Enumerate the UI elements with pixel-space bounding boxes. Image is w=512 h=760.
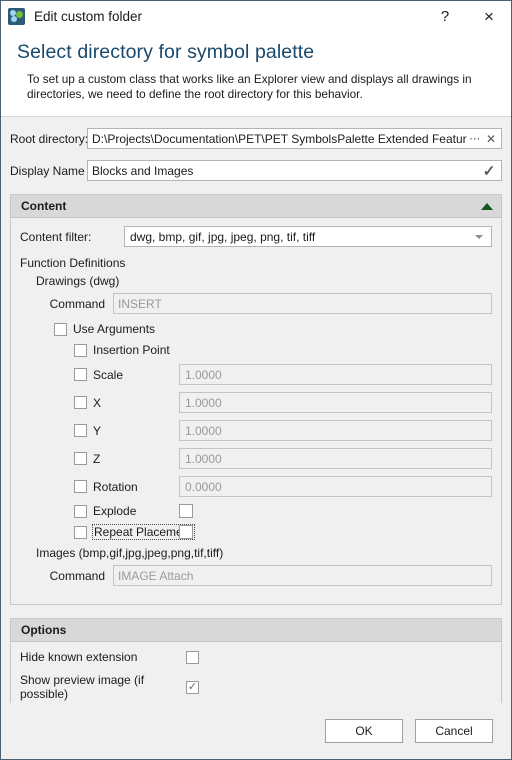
options-group-title: Options bbox=[21, 623, 67, 637]
options-group: Options Hide known extension Show preview… bbox=[10, 618, 502, 703]
root-directory-label: Root directory: bbox=[10, 131, 89, 146]
option-checkbox[interactable] bbox=[186, 650, 199, 664]
argument-value-checkbox[interactable] bbox=[179, 504, 193, 518]
argument-label-group: Scale bbox=[74, 368, 179, 382]
intro-banner: Select directory for symbol palette To s… bbox=[1, 32, 511, 117]
argument-checkbox[interactable] bbox=[74, 396, 87, 409]
argument-checkbox[interactable] bbox=[74, 525, 87, 539]
display-name-label: Display Name bbox=[10, 163, 85, 178]
dialog-footer: OK Cancel bbox=[1, 703, 511, 759]
options-group-header[interactable]: Options bbox=[11, 619, 501, 642]
display-name-value: Blocks and Images bbox=[92, 163, 194, 178]
close-button[interactable]: × bbox=[467, 1, 511, 32]
page-title: Select directory for symbol palette bbox=[17, 41, 315, 63]
page-description: To set up a custom class that works like… bbox=[27, 72, 472, 101]
root-directory-row: Root directory: D:\Projects\Documentatio… bbox=[10, 128, 502, 149]
argument-label: Scale bbox=[93, 367, 124, 382]
options-group-body: Hide known extension Show preview image (… bbox=[11, 642, 501, 703]
argument-label-group: Repeat Placement bbox=[74, 524, 195, 540]
display-name-input[interactable]: Blocks and Images ✓ bbox=[87, 160, 502, 181]
content-group: Content Content filter: dwg, bmp, gif, j… bbox=[10, 194, 502, 605]
argument-value-input[interactable]: 1.0000 bbox=[179, 420, 492, 441]
collapse-up-arrow-icon[interactable] bbox=[481, 202, 493, 210]
content-filter-value: dwg, bmp, gif, jpg, jpeg, png, tif, tiff bbox=[130, 229, 316, 244]
argument-label-group: X bbox=[74, 396, 179, 410]
option-label: Hide known extension bbox=[20, 650, 138, 664]
title-bar: Edit custom folder ? × bbox=[1, 1, 511, 32]
root-directory-input[interactable]: D:\Projects\Documentation\PET\PET Symbol… bbox=[87, 128, 502, 149]
argument-row: Insertion Point bbox=[74, 343, 492, 357]
content-group-title: Content bbox=[21, 199, 67, 213]
option-row: Hide known extension bbox=[20, 650, 492, 664]
argument-label-group: Y bbox=[74, 424, 179, 438]
dialog-window: Edit custom folder ? × Select directory … bbox=[0, 0, 512, 760]
argument-label: Explode bbox=[93, 504, 137, 518]
argument-label-group: Explode bbox=[74, 504, 179, 518]
drawings-command-label: Command bbox=[49, 296, 105, 311]
argument-checkbox[interactable] bbox=[74, 343, 87, 357]
option-row: Show preview image (if possible) bbox=[20, 673, 492, 701]
option-checkbox[interactable] bbox=[186, 680, 199, 694]
argument-row: Rotation 0.0000 bbox=[74, 476, 492, 497]
argument-checkbox[interactable] bbox=[74, 424, 87, 437]
chevron-down-icon[interactable] bbox=[475, 234, 483, 239]
images-command-placeholder: IMAGE Attach bbox=[118, 568, 194, 583]
ok-button[interactable]: OK bbox=[325, 719, 403, 743]
argument-checkbox[interactable] bbox=[74, 368, 87, 381]
argument-row: Explode bbox=[74, 504, 492, 518]
argument-row: Repeat Placement bbox=[74, 524, 492, 540]
argument-label-group: Rotation bbox=[74, 480, 179, 494]
argument-value-input[interactable]: 0.0000 bbox=[179, 476, 492, 497]
argument-value-input[interactable]: 1.0000 bbox=[179, 392, 492, 413]
drawings-title: Drawings (dwg) bbox=[36, 274, 120, 288]
cancel-button[interactable]: Cancel bbox=[415, 719, 493, 743]
argument-row: Y 1.0000 bbox=[74, 420, 492, 441]
option-label: Show preview image (if possible) bbox=[20, 673, 145, 701]
argument-checkbox[interactable] bbox=[74, 452, 87, 465]
root-directory-value: D:\Projects\Documentation\PET\PET Symbol… bbox=[92, 131, 467, 146]
content-filter-label: Content filter: bbox=[20, 229, 92, 244]
display-name-row: Display Name Blocks and Images ✓ bbox=[10, 160, 502, 181]
argument-rows: Insertion Point Scale 1.0000 X 1.0000 Y 1.0000… bbox=[20, 343, 492, 540]
argument-value-input[interactable]: 1.0000 bbox=[179, 364, 492, 385]
help-button[interactable]: ? bbox=[423, 1, 467, 32]
argument-row: X 1.0000 bbox=[74, 392, 492, 413]
drawings-command-placeholder: INSERT bbox=[118, 296, 162, 311]
checkmark-icon: ✓ bbox=[482, 162, 496, 180]
symbol-palette-icon bbox=[8, 8, 25, 25]
content-filter-select[interactable]: dwg, bmp, gif, jpg, jpeg, png, tif, tiff bbox=[124, 226, 492, 247]
argument-label-group: Z bbox=[74, 452, 179, 466]
images-command-label: Command bbox=[49, 568, 105, 583]
argument-label: Z bbox=[93, 451, 101, 466]
argument-label: X bbox=[93, 395, 102, 410]
clear-icon[interactable]: ✕ bbox=[483, 129, 499, 148]
argument-row: Z 1.0000 bbox=[74, 448, 492, 469]
browse-icon[interactable]: ⋯ bbox=[467, 129, 483, 148]
drawings-command-row: Command INSERT bbox=[45, 293, 492, 314]
argument-label: Insertion Point bbox=[93, 343, 170, 357]
argument-label-group: Insertion Point bbox=[74, 343, 179, 357]
images-command-input[interactable]: IMAGE Attach bbox=[113, 565, 492, 586]
argument-row: Scale 1.0000 bbox=[74, 364, 492, 385]
argument-value-checkbox[interactable] bbox=[179, 525, 193, 539]
argument-value-input[interactable]: 1.0000 bbox=[179, 448, 492, 469]
argument-checkbox[interactable] bbox=[74, 480, 87, 493]
argument-label: Rotation bbox=[93, 479, 138, 494]
images-title: Images (bmp,gif,jpg,jpeg,png,tif,tiff) bbox=[36, 546, 224, 560]
content-filter-row: Content filter: dwg, bmp, gif, jpg, jpeg… bbox=[20, 226, 492, 247]
drawings-command-input[interactable]: INSERT bbox=[113, 293, 492, 314]
window-title: Edit custom folder bbox=[34, 9, 143, 24]
images-command-row: Command IMAGE Attach bbox=[45, 565, 492, 586]
content-group-header[interactable]: Content bbox=[11, 195, 501, 218]
content-group-body: Content filter: dwg, bmp, gif, jpg, jpeg… bbox=[11, 218, 501, 604]
use-arguments-row[interactable]: Use Arguments bbox=[54, 322, 492, 336]
use-arguments-label: Use Arguments bbox=[73, 322, 156, 336]
function-definitions-title: Function Definitions bbox=[20, 256, 126, 270]
argument-label: Y bbox=[93, 423, 102, 438]
dialog-body: Root directory: D:\Projects\Documentatio… bbox=[1, 117, 511, 703]
option-rows: Hide known extension Show preview image (… bbox=[20, 650, 492, 701]
argument-checkbox[interactable] bbox=[74, 504, 87, 518]
use-arguments-checkbox[interactable] bbox=[54, 322, 67, 336]
